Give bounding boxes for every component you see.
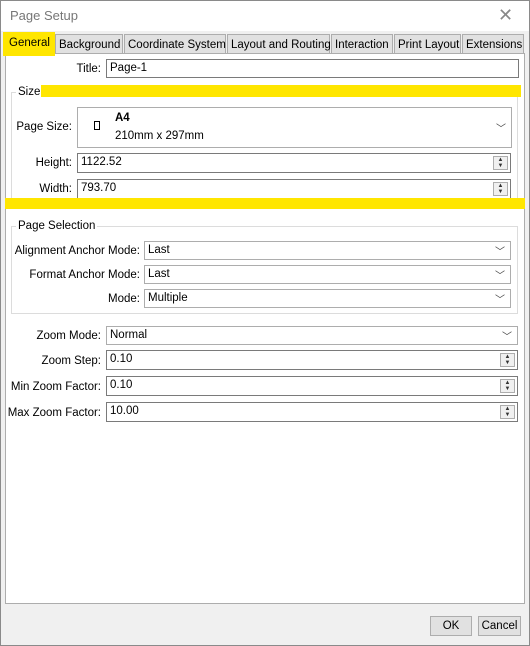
tab-interaction[interactable]: Interaction (331, 34, 393, 54)
page-selection-label: Page Selection (16, 220, 98, 232)
page-size-dims: 210mm x 297mm (115, 130, 204, 142)
tab-general[interactable]: General (6, 33, 53, 54)
page-size-combo[interactable]: A4 210mm x 297mm ﹀ (77, 107, 512, 148)
zoom-mode-select[interactable]: Normal ﹀ (106, 326, 518, 345)
chevron-down-icon: ﹀ (495, 246, 505, 258)
max-zoom-input[interactable]: 10.00 ▲ ▼ (106, 402, 518, 422)
zoom-mode-label: Zoom Mode: (36, 330, 101, 342)
tab-background[interactable]: Background (55, 34, 123, 54)
spinner-icon[interactable]: ▲ ▼ (500, 353, 515, 367)
page-size-label: Page Size: (16, 121, 72, 133)
width-label: Width: (39, 183, 72, 195)
alignment-anchor-select[interactable]: Last ﹀ (144, 241, 511, 260)
zoom-step-label: Zoom Step: (41, 355, 101, 367)
max-zoom-value: 10.00 (110, 405, 139, 417)
spinner-icon[interactable]: ▲ ▼ (500, 405, 515, 419)
chevron-down-icon: ﹀ (495, 294, 505, 306)
mode-label: Mode: (108, 293, 140, 305)
format-anchor-value: Last (148, 268, 170, 280)
chevron-down-icon: ﹀ (502, 331, 512, 343)
highlight-size-bar (41, 85, 521, 97)
highlight-bottom-bar (5, 198, 525, 209)
title-bar (1, 1, 529, 31)
title-label: Title: (76, 63, 102, 75)
size-group-label: Size (16, 86, 43, 98)
page-size-name: A4 (115, 112, 130, 124)
title-input[interactable]: Page-1 (106, 59, 519, 78)
chevron-down-icon: ﹀ (496, 123, 506, 135)
max-zoom-label: Max Zoom Factor: (7, 407, 101, 419)
tab-extensions[interactable]: Extensions (462, 34, 524, 54)
min-zoom-value: 0.10 (110, 379, 133, 391)
cancel-button[interactable]: Cancel (478, 616, 521, 636)
portrait-page-icon (94, 121, 100, 130)
spinner-icon[interactable]: ▲ ▼ (493, 156, 508, 170)
spinner-icon[interactable]: ▲ ▼ (493, 182, 508, 196)
spinner-icon[interactable]: ▲ ▼ (500, 379, 515, 393)
mode-value: Multiple (148, 292, 188, 304)
width-value: 793.70 (81, 182, 117, 194)
window-title: Page Setup (10, 8, 78, 23)
height-label: Height: (35, 157, 72, 169)
tab-coordinate-system[interactable]: Coordinate System (124, 34, 226, 54)
width-input[interactable]: 793.70 ▲ ▼ (77, 179, 511, 199)
zoom-step-input[interactable]: 0.10 ▲ ▼ (106, 350, 518, 370)
close-icon[interactable]: ✕ (498, 5, 513, 26)
height-input[interactable]: 1122.52 ▲ ▼ (77, 153, 511, 173)
chevron-down-icon: ﹀ (495, 270, 505, 282)
tab-print-layout[interactable]: Print Layout (394, 34, 461, 54)
mode-select[interactable]: Multiple ﹀ (144, 289, 511, 308)
format-anchor-select[interactable]: Last ﹀ (144, 265, 511, 284)
zoom-step-value: 0.10 (110, 353, 133, 365)
format-anchor-label: Format Anchor Mode: (29, 269, 140, 281)
alignment-anchor-label: Alignment Anchor Mode: (14, 245, 140, 257)
min-zoom-label: Min Zoom Factor: (10, 381, 101, 393)
ok-button[interactable]: OK (430, 616, 472, 636)
alignment-anchor-value: Last (148, 244, 170, 256)
zoom-mode-value: Normal (110, 329, 148, 341)
min-zoom-input[interactable]: 0.10 ▲ ▼ (106, 376, 518, 396)
tab-layout-and-routing[interactable]: Layout and Routing (227, 34, 331, 54)
height-value: 1122.52 (81, 156, 122, 168)
